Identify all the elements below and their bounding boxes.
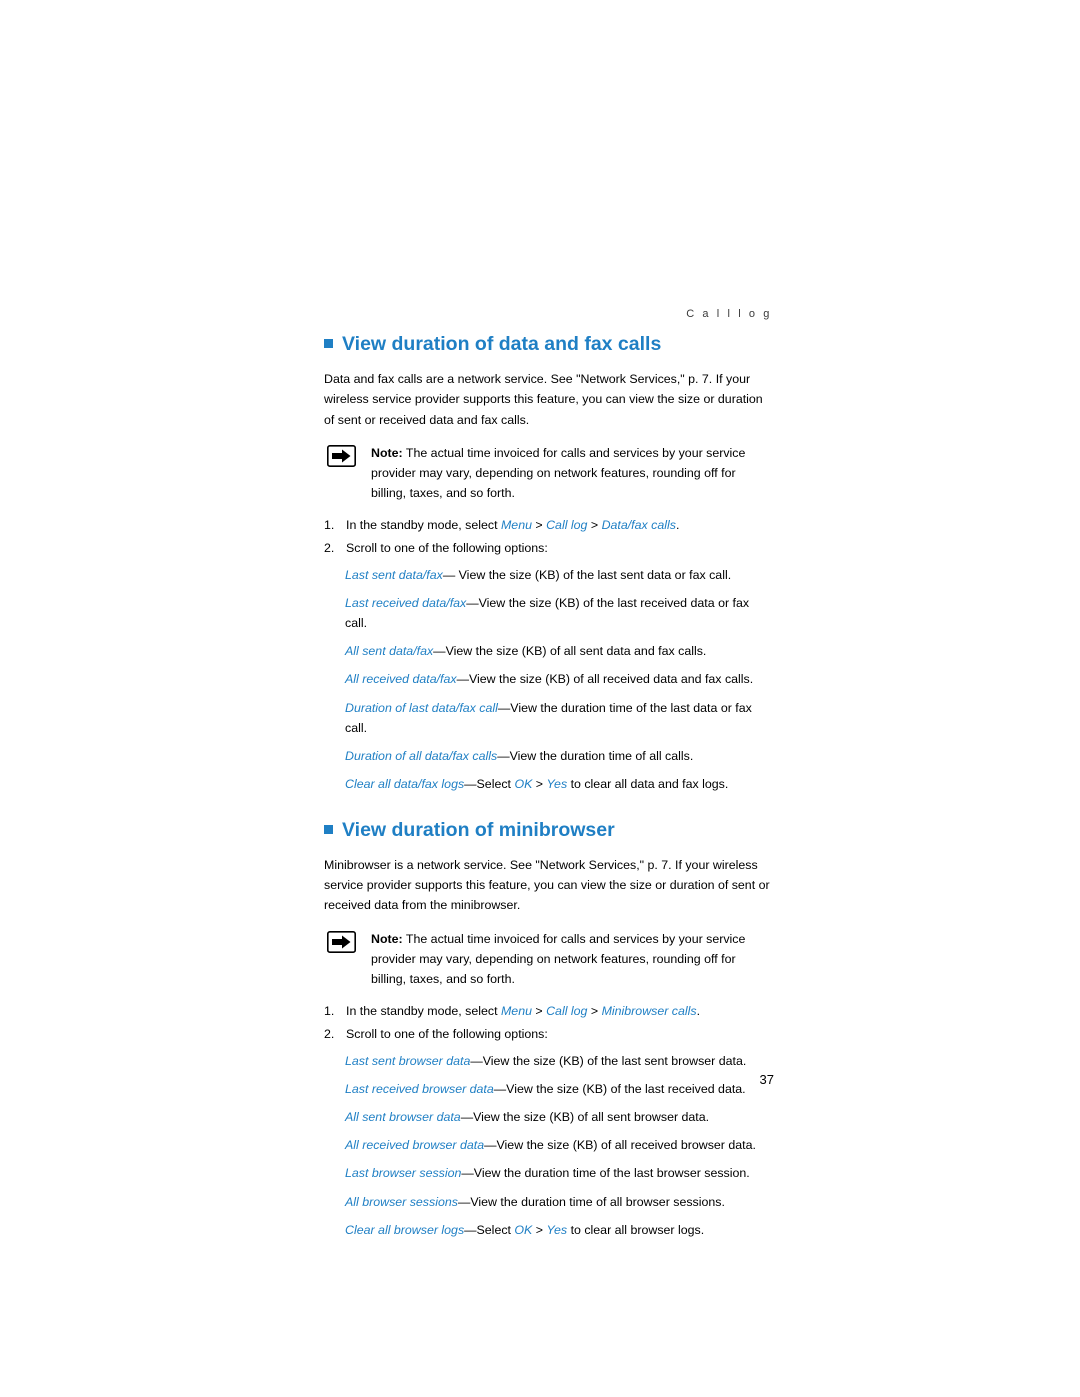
option-item: All browser sessions—View the duration t… bbox=[324, 1192, 774, 1212]
option-link: Yes bbox=[546, 1222, 568, 1237]
option-desc: —View the size (KB) of the last sent bro… bbox=[470, 1054, 747, 1069]
menu-path-item: Call log bbox=[546, 517, 588, 532]
option-item: Last browser session—View the duration t… bbox=[324, 1163, 774, 1183]
step-number: 2. bbox=[324, 541, 335, 555]
option-desc: —View the size (KB) of all sent data and… bbox=[433, 644, 707, 659]
option-term: All received data/fax bbox=[345, 672, 457, 687]
step-text: In the standby mode, select bbox=[346, 517, 501, 532]
step-item: 1. In the standby mode, select Menu > Cal… bbox=[324, 1001, 774, 1021]
option-desc-pre: —Select bbox=[464, 1222, 515, 1237]
option-link: OK bbox=[514, 1222, 533, 1237]
option-desc: —View the size (KB) of all received brow… bbox=[484, 1138, 756, 1153]
step-number: 2. bbox=[324, 1026, 335, 1041]
option-item: All received data/fax—View the size (KB)… bbox=[324, 669, 774, 689]
step-item: 2. Scroll to one of the following options… bbox=[324, 538, 774, 558]
square-bullet-icon bbox=[324, 824, 333, 834]
option-item: Clear all data/fax logs—Select OK > Yes … bbox=[324, 774, 774, 794]
option-term: All sent data/fax bbox=[345, 644, 434, 659]
section-title-2: View duration of minibrowser bbox=[342, 818, 615, 841]
square-bullet-icon bbox=[324, 339, 333, 348]
option-desc-post: to clear all browser logs. bbox=[567, 1222, 705, 1237]
option-item: Last received data/fax—View the size (KB… bbox=[324, 593, 774, 633]
note-label-1: Note: bbox=[371, 445, 403, 460]
option-term: Last received data/fax bbox=[345, 596, 467, 611]
steps-list-2: 1. In the standby mode, select Menu > Cal… bbox=[324, 1001, 774, 1044]
section-heading-2: View duration of minibrowser bbox=[324, 818, 774, 843]
step-text: Scroll to one of the following options: bbox=[346, 1026, 548, 1041]
steps-list-1: 1. In the standby mode, select Menu > Cal… bbox=[324, 515, 774, 558]
page-number: 37 bbox=[759, 1072, 774, 1087]
option-desc: — View the size (KB) of the last sent da… bbox=[442, 568, 732, 583]
option-term: Clear all browser logs bbox=[345, 1222, 465, 1237]
running-head: C a l l l o g bbox=[686, 308, 772, 320]
option-sep: > bbox=[532, 1222, 547, 1237]
option-desc-pre: —Select bbox=[464, 776, 515, 791]
note-pointer-icon bbox=[327, 930, 356, 953]
note-pointer-icon bbox=[327, 444, 356, 467]
note-block-1: Note: The actual time invoiced for calls… bbox=[324, 443, 774, 503]
menu-path-item: Menu bbox=[500, 1003, 532, 1018]
option-link: Yes bbox=[546, 776, 568, 791]
option-item: All sent browser data—View the size (KB)… bbox=[324, 1107, 774, 1127]
option-desc: —View the duration time of all browser s… bbox=[457, 1194, 725, 1209]
option-item: Last sent data/fax— View the size (KB) o… bbox=[324, 565, 774, 585]
note-text-2: Note: The actual time invoiced for calls… bbox=[371, 932, 745, 986]
note-text-1: Note: The actual time invoiced for calls… bbox=[371, 446, 745, 500]
section-heading-1: View duration of data and fax calls bbox=[324, 332, 774, 357]
step-item: 1. In the standby mode, select Menu > Cal… bbox=[324, 515, 774, 535]
option-term: Duration of last data/fax call bbox=[345, 700, 498, 715]
option-term: Duration of all data/fax calls bbox=[345, 748, 498, 763]
option-desc: —View the duration time of the last brow… bbox=[461, 1166, 750, 1181]
option-term: Last sent data/fax bbox=[345, 568, 443, 583]
option-item: All sent data/fax—View the size (KB) of … bbox=[324, 641, 774, 661]
option-term: All browser sessions bbox=[345, 1194, 458, 1209]
document-page: C a l l l o g View duration of data and … bbox=[0, 0, 1080, 1397]
option-desc: —View the duration time of all calls. bbox=[497, 748, 694, 763]
options-list-1: Last sent data/fax— View the size (KB) o… bbox=[324, 565, 774, 794]
menu-path-item: Data/fax calls bbox=[601, 517, 676, 532]
step-number: 1. bbox=[324, 517, 335, 532]
option-desc: —View the size (KB) of all sent browser … bbox=[460, 1110, 710, 1125]
option-item: Duration of all data/fax calls—View the … bbox=[324, 746, 774, 766]
menu-path-item: Menu bbox=[500, 517, 532, 532]
note-block-2: Note: The actual time invoiced for calls… bbox=[324, 929, 774, 989]
section-intro-2: Minibrowser is a network service. See "N… bbox=[324, 858, 770, 913]
option-link: OK bbox=[514, 776, 533, 791]
option-term: Clear all data/fax logs bbox=[345, 776, 465, 791]
option-term: All sent browser data bbox=[345, 1110, 461, 1125]
option-item: All received browser data—View the size … bbox=[324, 1135, 774, 1155]
option-term: All received browser data bbox=[345, 1138, 485, 1153]
option-item: Clear all browser logs—Select OK > Yes t… bbox=[324, 1220, 774, 1240]
menu-path-item: Call log bbox=[546, 1003, 588, 1018]
option-desc-post: to clear all data and fax logs. bbox=[567, 776, 729, 791]
section-title-1: View duration of data and fax calls bbox=[342, 333, 662, 355]
page-content: View duration of data and fax calls Data… bbox=[324, 332, 774, 1248]
step-number: 1. bbox=[324, 1003, 335, 1018]
option-term: Last sent browser data bbox=[345, 1054, 471, 1069]
step-suffix: . bbox=[696, 1003, 701, 1018]
step-item: 2. Scroll to one of the following options… bbox=[324, 1024, 774, 1044]
menu-path-item: Minibrowser calls bbox=[601, 1003, 697, 1018]
step-text: In the standby mode, select bbox=[346, 1003, 501, 1018]
step-suffix: . bbox=[675, 517, 680, 532]
note-label-2: Note: bbox=[371, 931, 403, 946]
section-intro-1: Data and fax calls are a network service… bbox=[324, 372, 763, 427]
option-sep: > bbox=[532, 776, 547, 791]
note-body-2: The actual time invoiced for calls and s… bbox=[371, 931, 746, 986]
step-text: Scroll to one of the following options: bbox=[346, 541, 548, 555]
option-item: Duration of last data/fax call—View the … bbox=[324, 698, 774, 738]
option-term: Last browser session bbox=[345, 1166, 462, 1181]
option-item: Last sent browser data—View the size (KB… bbox=[324, 1051, 774, 1071]
option-desc: —View the size (KB) of all received data… bbox=[456, 672, 754, 687]
note-body-1: The actual time invoiced for calls and s… bbox=[371, 445, 746, 500]
